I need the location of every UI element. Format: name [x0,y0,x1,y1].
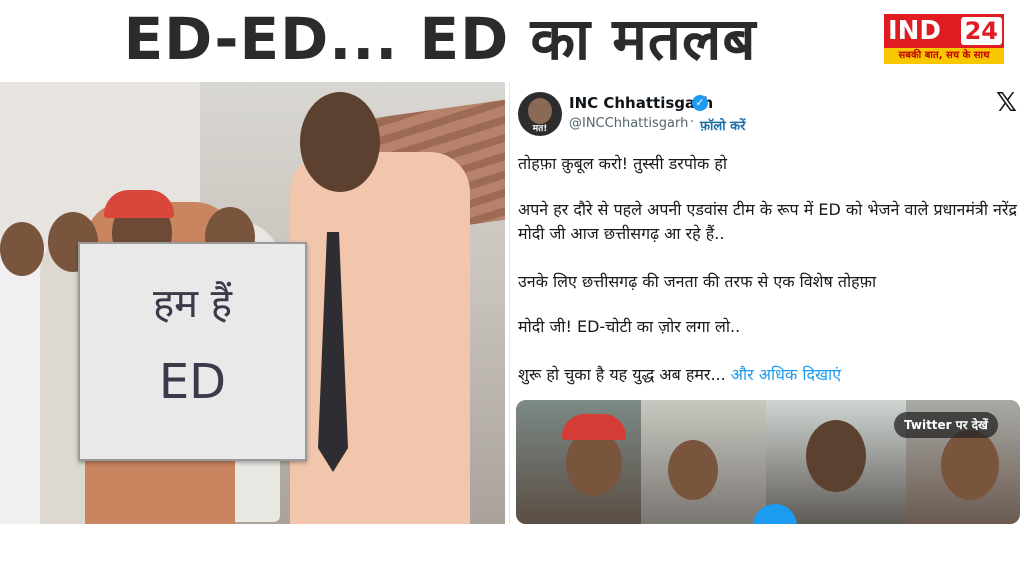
account-handle[interactable]: @INCChhattisgarh [569,116,688,131]
avatar[interactable]: मत! [518,92,562,136]
tweet-paragraph-3: उनके लिए छत्तीसगढ़ की जनता की तरफ से एक … [518,272,877,291]
head-1 [0,222,44,276]
tweet-paragraph-1: तोहफ़ा क़ुबूल करो! तुस्सी डरपोक हो [518,154,728,173]
person-right [290,152,470,524]
tweet-media[interactable]: Twitter पर देखें [516,400,1020,524]
handle-separator: · [690,115,695,130]
x-logo-icon[interactable]: 𝕏 [996,88,1017,118]
follow-button[interactable]: फ़ॉलो करें [700,116,745,134]
tweet-paragraph-2: अपने हर दौरे से पहले अपनी एडवांस टीम के … [518,200,1017,243]
logo-brand: IND 24 [884,14,1004,48]
placard-line-2: ED [158,354,227,410]
logo-tagline: सबकी बात, सच के साथ [884,48,1004,64]
media-red-cap [562,414,626,440]
logo-brand-a: IND [888,16,942,46]
avatar-text: मत! [532,124,548,134]
tweet-paragraph-5: शुरू हो चुका है यह युद्ध अब हमर... और अध… [518,363,1018,387]
verified-badge-icon: ✓ [692,95,708,111]
show-more-link[interactable]: और अधिक दिखाएं [726,365,841,384]
placard: हम हैं ED [78,242,307,461]
tweet-paragraph-5-text: शुरू हो चुका है यह युद्ध अब हमर... [518,365,726,384]
protest-photo: हम हैं ED [0,82,505,524]
head-5 [300,92,380,192]
placard-line-1: हम हैं [152,281,233,327]
media-head-3 [806,420,866,492]
media-head-2 [668,440,718,500]
ind24-logo: IND 24 सबकी बात, सच के साथ [884,14,1004,66]
media-head-4 [941,430,999,500]
headline-title: ED-ED... ED का मतलब [123,5,757,73]
tweet-paragraph-4: मोदी जी! ED-चोटी का ज़ोर लगा लो.. [518,317,741,336]
tweet-card: मत! INC Chhattisgarh ✓ @INCChhattisgarh … [509,82,1024,524]
red-cap [104,190,174,218]
logo-brand-b: 24 [960,17,1002,45]
view-on-twitter-button[interactable]: Twitter पर देखें [894,412,998,438]
